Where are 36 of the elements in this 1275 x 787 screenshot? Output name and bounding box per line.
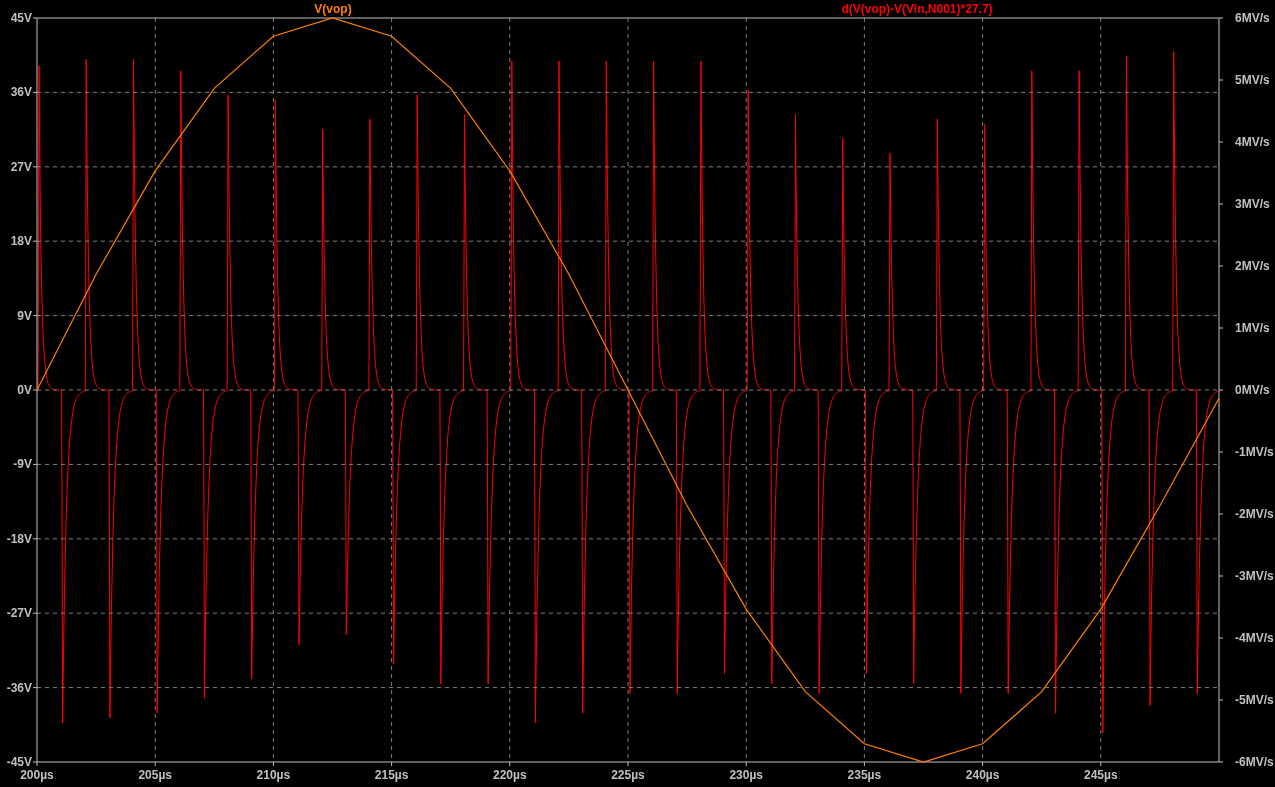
trace-label: d(V(vop)-V(Vin,N001)*27.7) (841, 2, 993, 16)
y-axis-label: 36V (10, 85, 32, 100)
x-axis-label: 215µs (374, 768, 409, 782)
right-axis-label: -4MV/s (1235, 631, 1274, 645)
y-axis-label: -27V (6, 606, 32, 621)
y-axis-label: 0V (17, 383, 32, 397)
y-axis-label: 27V (10, 159, 32, 174)
right-axis-label: -3MV/s (1235, 569, 1274, 583)
y-axis-label: 45V (10, 11, 32, 25)
y-axis-label: 18V (10, 234, 32, 249)
x-axis-label: 225µs (611, 768, 645, 782)
right-axis-label: -5MV/s (1235, 693, 1274, 707)
right-axis-label: 6MV/s (1235, 11, 1270, 25)
right-axis-label: 5MV/s (1235, 73, 1270, 87)
right-axis-label: -1MV/s (1235, 445, 1274, 459)
y-axis-label: -9V (13, 457, 32, 472)
right-axis-label: 0MV/s (1235, 383, 1270, 397)
right-axis-label: 2MV/s (1235, 259, 1270, 273)
right-axis-label: -2MV/s (1235, 507, 1274, 521)
right-axis-label: 3MV/s (1235, 197, 1270, 211)
x-axis-label: 235µs (847, 768, 882, 782)
right-axis-label: -6MV/s (1235, 755, 1274, 769)
trace-label: V(vop) (314, 2, 352, 16)
x-axis-label: 210µs (256, 768, 291, 782)
x-axis-label: 245µs (1084, 768, 1118, 782)
y-axis-label: -45V (6, 755, 32, 769)
x-axis-label: 205µs (138, 768, 172, 782)
y-axis-label: 9V (17, 308, 32, 323)
right-axis-label: 1MV/s (1235, 321, 1270, 335)
x-axis-label: 240µs (965, 768, 1000, 782)
x-axis-label: 230µs (729, 768, 763, 782)
y-axis-label: -18V (6, 531, 32, 546)
x-axis-label: 220µs (493, 768, 527, 782)
y-axis-label: -36V (6, 680, 32, 695)
right-axis-label: 4MV/s (1235, 135, 1270, 149)
x-axis-label: 200µs (20, 768, 54, 782)
